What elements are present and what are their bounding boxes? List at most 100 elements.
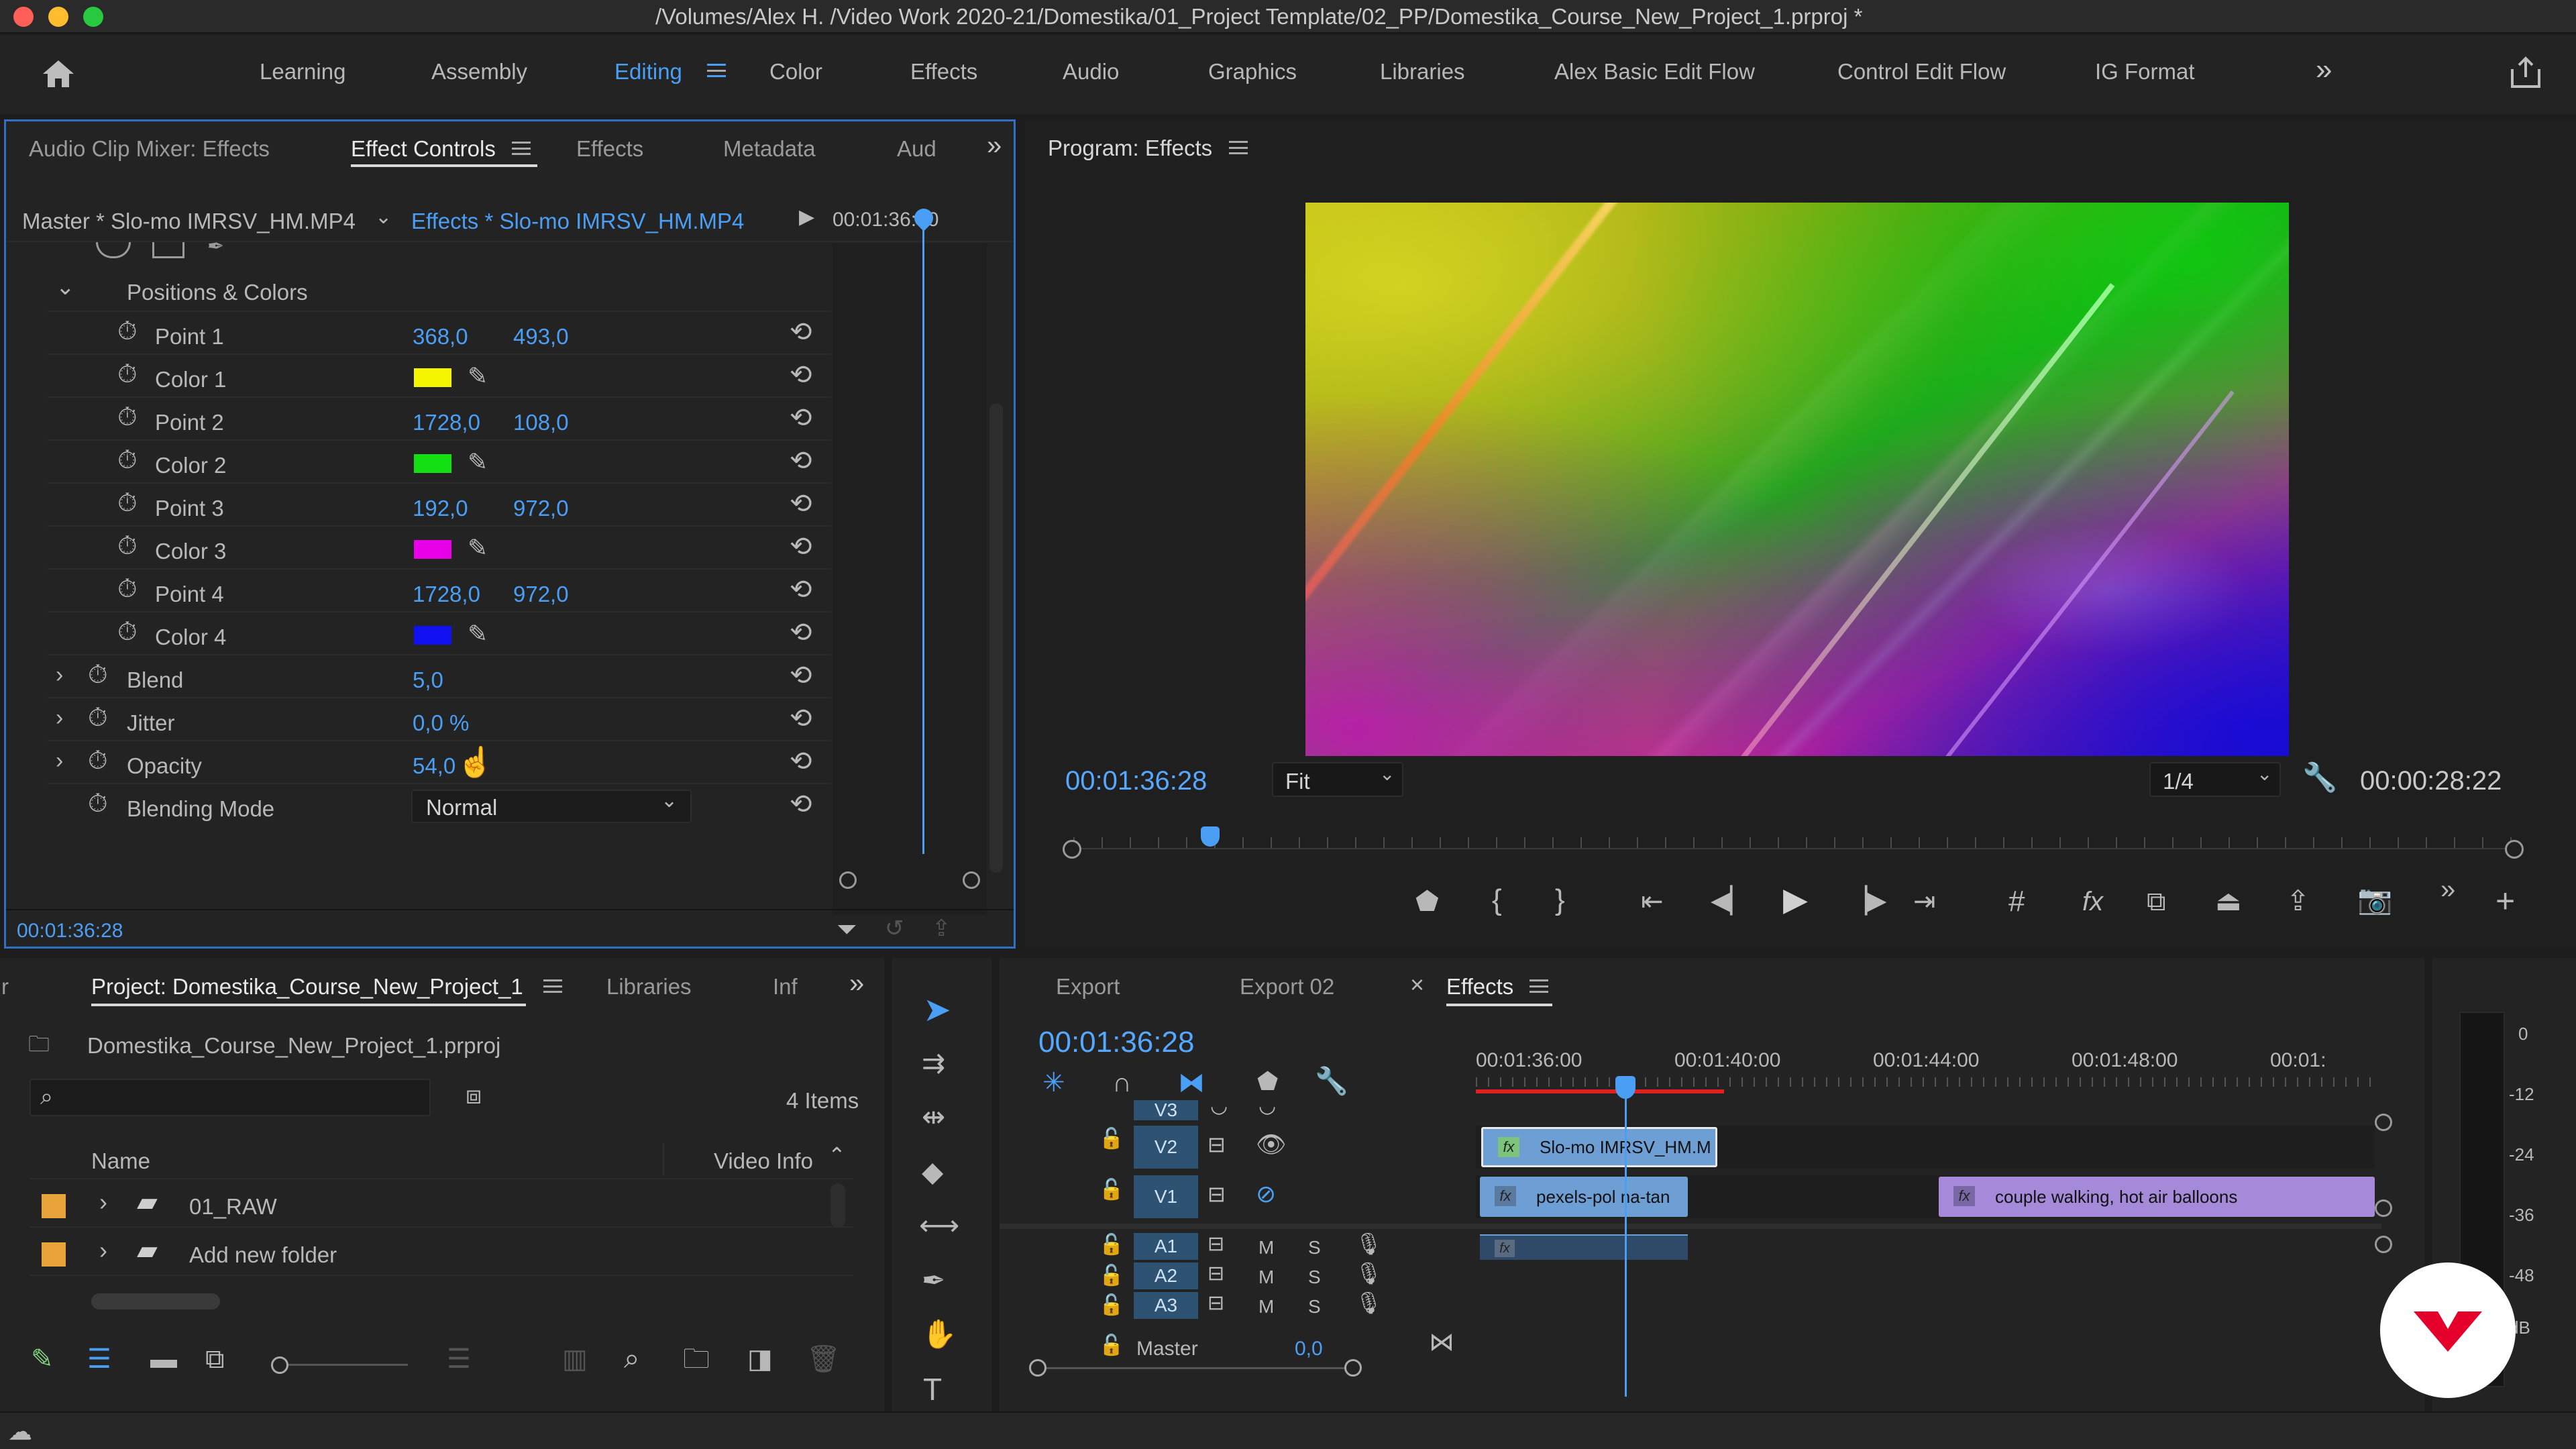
ellipse-mask-icon[interactable] — [96, 242, 131, 258]
add-button-icon[interactable]: + — [2496, 884, 2515, 918]
filter-icon[interactable]: ⏷ — [837, 917, 857, 943]
track-v1-label[interactable]: V1 — [1134, 1175, 1198, 1218]
close-tab-icon[interactable]: × — [1410, 973, 1424, 997]
sync-lock-icon[interactable]: ⊟ — [1208, 1293, 1224, 1313]
freeform-view-icon[interactable]: ⧉ — [205, 1346, 225, 1373]
workspace-editing-menu-icon[interactable] — [707, 64, 726, 77]
workspace-assembly[interactable]: Assembly — [431, 60, 527, 83]
close-window-button[interactable] — [13, 7, 34, 27]
toggle-output-eye-icon[interactable]: 👁 — [1256, 1132, 1287, 1157]
track-a3-label[interactable]: A3 — [1134, 1292, 1198, 1319]
sync-lock-icon[interactable]: ⊟ — [1208, 1134, 1226, 1155]
column-divider[interactable] — [663, 1143, 664, 1175]
tab-effects-sequence[interactable]: Effects — [1446, 975, 1513, 998]
step-back-icon[interactable]: ◀▏ — [1711, 888, 1750, 914]
rectangle-mask-icon[interactable] — [152, 242, 184, 258]
stopwatch-icon[interactable]: ⏱ — [117, 319, 138, 344]
expand-chevron-icon[interactable]: › — [56, 706, 63, 729]
color-2-swatch[interactable] — [414, 454, 451, 473]
reset-icon[interactable]: ⟲ — [790, 362, 812, 388]
positions-colors-header[interactable]: ⌄ Positions & Colors — [46, 270, 831, 312]
stopwatch-icon[interactable]: ⏱ — [117, 619, 138, 645]
track-height-handle[interactable] — [2375, 1114, 2392, 1131]
jitter-value[interactable]: 0,0 % — [413, 712, 469, 734]
mark-in-icon[interactable]: { — [1492, 885, 1502, 915]
color-4-swatch[interactable] — [414, 626, 451, 645]
linked-selection-icon[interactable]: ⧓ — [1178, 1069, 1205, 1096]
selection-tool-icon[interactable]: ➤ — [923, 993, 951, 1026]
workspace-control-edit-flow[interactable]: Control Edit Flow — [1837, 60, 2006, 83]
workspace-libraries[interactable]: Libraries — [1380, 60, 1465, 83]
blending-mode-select[interactable]: Normal ⌄ — [411, 790, 692, 823]
track-select-tool-icon[interactable]: ⇉ — [922, 1049, 945, 1077]
effect-controls-scrollbar[interactable] — [989, 403, 1003, 873]
project-h-scrollbar[interactable] — [91, 1293, 220, 1309]
workspace-learning[interactable]: Learning — [260, 60, 345, 83]
track-height-handle[interactable] — [2375, 1236, 2392, 1253]
add-marker-icon[interactable]: ⬟ — [1257, 1069, 1278, 1093]
mark-out-icon[interactable]: } — [1555, 885, 1565, 915]
clear-icon[interactable]: 🗑 — [806, 1346, 841, 1373]
reset-icon[interactable]: ⟲ — [790, 447, 812, 474]
mini-playhead[interactable] — [922, 217, 924, 854]
point-1-x-value[interactable]: 368,0 — [413, 325, 468, 347]
go-to-out-icon[interactable]: ⇥ — [1913, 888, 1936, 915]
timeline-settings-icon[interactable]: 🔧 — [1315, 1068, 1348, 1095]
color-3-swatch[interactable] — [414, 540, 451, 559]
program-monitor-title[interactable]: Program: Effects — [1048, 137, 1212, 159]
scrub-end-handle[interactable] — [2505, 840, 2524, 859]
more-controls-icon[interactable]: » — [2440, 876, 2455, 903]
tab-effects[interactable]: Effects — [576, 138, 643, 160]
master-dropdown-chevron-icon[interactable]: ⌄ — [375, 207, 392, 227]
clip-slo-mo[interactable]: fx Slo-mo IMRSV_HM.M — [1481, 1127, 1717, 1167]
mute-a2[interactable]: M — [1258, 1268, 1274, 1287]
find-icon[interactable]: ⌕ — [624, 1344, 640, 1373]
go-to-in-icon[interactable]: ⇤ — [1641, 888, 1664, 915]
solo-a2[interactable]: S — [1308, 1268, 1321, 1287]
expand-chevron-icon[interactable]: › — [56, 663, 63, 686]
share-icon[interactable] — [2507, 52, 2544, 93]
workspace-editing[interactable]: Editing — [614, 60, 682, 83]
sync-lock-icon[interactable]: ⊟ — [1208, 1234, 1224, 1254]
point-3-y-value[interactable]: 972,0 — [513, 497, 569, 519]
stopwatch-icon[interactable]: ⏱ — [88, 662, 108, 688]
list-view-icon[interactable]: ☰ — [87, 1346, 111, 1373]
solo-a3[interactable]: S — [1308, 1297, 1321, 1316]
new-bin-icon[interactable]: 🗀 — [683, 1346, 710, 1373]
mini-zoom-start[interactable] — [839, 871, 857, 889]
workspace-effects[interactable]: Effects — [910, 60, 977, 83]
workspace-graphics[interactable]: Graphics — [1208, 60, 1297, 83]
point-2-y-value[interactable]: 108,0 — [513, 411, 569, 433]
reset-icon[interactable]: ⟲ — [790, 662, 812, 689]
workspace-ig-format[interactable]: IG Format — [2095, 60, 2195, 83]
voiceover-mic-icon[interactable]: 🎙 — [1355, 1233, 1383, 1254]
master-clip-label[interactable]: Master * Slo-mo IMRSV_HM.MP4 — [22, 210, 356, 232]
eyedropper-icon[interactable]: ✎ — [468, 450, 488, 474]
fit-select[interactable]: Fit ⌄ — [1272, 762, 1403, 797]
collapse-chevron-icon[interactable]: ⌄ — [56, 276, 75, 299]
stopwatch-icon[interactable]: ⏱ — [88, 748, 108, 773]
sort-icons-icon[interactable]: ☰ — [447, 1346, 471, 1373]
tab-export[interactable]: Export — [1056, 975, 1120, 998]
reset-icon[interactable]: ⟲ — [790, 490, 812, 517]
scrub-start-handle[interactable] — [1063, 840, 1081, 859]
icon-view-icon[interactable]: ▬ — [150, 1346, 177, 1373]
lock-track-icon[interactable]: 🔓 — [1099, 1264, 1124, 1287]
automate-to-sequence-icon[interactable]: ▥ — [562, 1346, 588, 1373]
lift-icon[interactable]: ⏏ — [2215, 887, 2242, 915]
reset-icon[interactable]: ⟲ — [790, 319, 812, 345]
project-v-scrollbar[interactable] — [830, 1183, 845, 1228]
effect-mini-timeline[interactable] — [833, 205, 987, 914]
snap-icon[interactable]: ∩ — [1112, 1069, 1132, 1096]
reset-icon[interactable]: ⟲ — [790, 405, 812, 431]
export-frame-icon[interactable]: 📷 — [2357, 885, 2392, 914]
stopwatch-icon[interactable]: ⏱ — [117, 533, 138, 559]
stopwatch-icon[interactable]: ⏱ — [88, 705, 108, 731]
voiceover-mic-icon[interactable]: 🎙 — [1355, 1292, 1383, 1313]
mute-a3[interactable]: M — [1258, 1297, 1274, 1316]
wrench-icon[interactable]: 🔧 — [2302, 763, 2337, 792]
ripple-edit-tool-icon[interactable]: ⇹ — [922, 1103, 945, 1131]
reset-icon[interactable]: ⟲ — [790, 791, 812, 818]
reset-icon[interactable]: ⟲ — [790, 533, 812, 560]
clip-couple-walking[interactable]: fx couple walking, hot air balloons — [1939, 1177, 2375, 1217]
